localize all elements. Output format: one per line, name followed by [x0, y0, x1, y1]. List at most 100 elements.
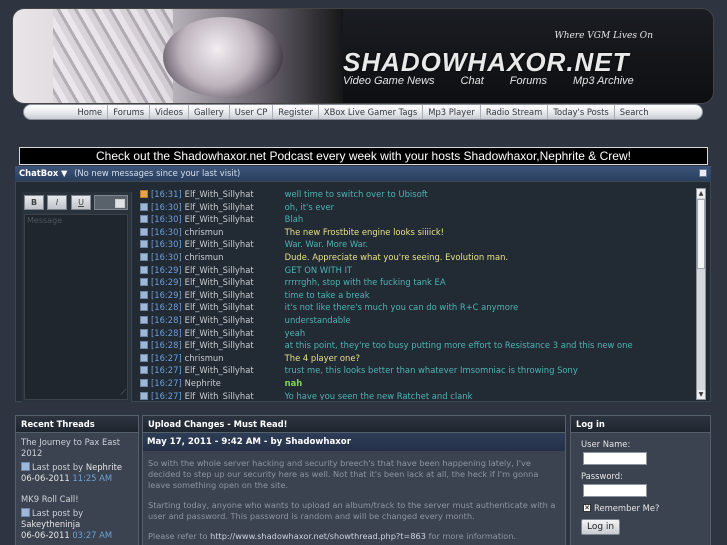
- chat-time: [16:28]: [151, 340, 182, 351]
- chat-username[interactable]: Elf_With_Sillyhat: [185, 390, 285, 401]
- chat-message-icon[interactable]: [140, 341, 148, 350]
- chat-username[interactable]: chrismun: [185, 226, 285, 239]
- color-select[interactable]: [94, 195, 128, 210]
- chat-message: [16:29] Elf_With_Sillyhat rrrrrghh, stop w…: [140, 276, 693, 289]
- chat-message: [16:28] Elf_With_Sillyhat yeah: [140, 327, 693, 340]
- chat-message-icon[interactable]: [140, 353, 148, 362]
- thread-title[interactable]: MK9 Roll Call!: [21, 494, 133, 505]
- chat-username[interactable]: chrismun: [185, 352, 285, 365]
- chat-scrollbar[interactable]: ▲ ▼: [696, 188, 706, 400]
- chat-message-icon[interactable]: [140, 215, 148, 224]
- nav-gamer-tags[interactable]: XBox Live Gamer Tags: [317, 105, 422, 119]
- nav-register[interactable]: Register: [272, 105, 317, 119]
- chat-message-icon[interactable]: [140, 328, 148, 337]
- chat-message: [16:27] chrismun The 4 player one?: [140, 352, 693, 365]
- chat-username[interactable]: Elf_With_Sillyhat: [185, 339, 285, 352]
- chat-time: [16:27]: [151, 365, 182, 376]
- chat-username[interactable]: Elf_With_Sillyhat: [185, 276, 285, 289]
- nav-forums[interactable]: Forums: [107, 105, 149, 119]
- news-title[interactable]: Upload Changes - Must Read!: [143, 416, 565, 433]
- last-post-label: Last post by: [32, 508, 84, 518]
- chat-message-icon[interactable]: [140, 240, 148, 249]
- chat-message-icon[interactable]: [140, 265, 148, 274]
- chat-message-icon[interactable]: [140, 227, 148, 236]
- underline-button[interactable]: U: [71, 195, 91, 210]
- nav-home[interactable]: Home: [72, 105, 107, 119]
- chat-username[interactable]: Elf_With_Sillyhat: [185, 213, 285, 226]
- chat-message-icon[interactable]: [140, 378, 148, 387]
- banner-link-forums[interactable]: Forums: [510, 75, 547, 87]
- thread-user[interactable]: Sakeytheninja: [21, 519, 133, 530]
- banner-tagline: Where VGM Lives On: [554, 31, 653, 41]
- chat-username[interactable]: Elf_With_Sillyhat: [185, 238, 285, 251]
- recent-threads-panel: Recent Threads The Journey to Pax East 2…: [15, 415, 139, 545]
- nav-videos[interactable]: Videos: [149, 105, 188, 119]
- banner-hair-art: [53, 9, 173, 103]
- collapse-icon[interactable]: [699, 169, 707, 177]
- chat-compose-panel: B I U Message ⟋: [22, 192, 132, 402]
- chat-message-icon[interactable]: [140, 315, 148, 324]
- chat-username[interactable]: Elf_With_Sillyhat: [185, 327, 285, 340]
- chat-message: [16:31] Elf_With_Sillyhat well time to swi…: [140, 188, 693, 201]
- chat-message-icon[interactable]: [140, 303, 148, 312]
- nav-search[interactable]: Search: [613, 105, 654, 119]
- chat-username[interactable]: Elf_With_Sillyhat: [185, 264, 285, 277]
- chat-username[interactable]: Elf_With_Sillyhat: [185, 364, 285, 377]
- chat-message-icon[interactable]: [140, 190, 148, 198]
- chat-message: [16:30] Elf_With_Sillyhat oh, it's ever: [140, 201, 693, 214]
- nav-mp3-player[interactable]: Mp3 Player: [422, 105, 480, 119]
- password-field[interactable]: [583, 484, 647, 497]
- chat-username[interactable]: chrismun: [185, 251, 285, 264]
- scroll-up-icon[interactable]: ▲: [697, 189, 705, 198]
- chat-message-icon[interactable]: [140, 366, 148, 375]
- nav-gallery[interactable]: Gallery: [187, 105, 229, 119]
- chat-username[interactable]: Elf_With_Sillyhat: [185, 314, 285, 327]
- chatbox-title[interactable]: ChatBox: [19, 168, 58, 178]
- chat-text: understandable: [284, 314, 351, 325]
- password-label: Password:: [581, 471, 623, 481]
- chat-message-icon[interactable]: [140, 278, 148, 287]
- thread-user[interactable]: Nephrite: [86, 462, 122, 472]
- banner-link-chat[interactable]: Chat: [461, 75, 484, 87]
- chevron-down-icon[interactable]: ▼: [61, 168, 67, 178]
- scroll-thumb[interactable]: [697, 199, 705, 269]
- italic-button[interactable]: I: [47, 195, 67, 210]
- chat-text: well time to switch over to Ubisoft: [284, 189, 428, 199]
- chat-message-icon[interactable]: [140, 252, 148, 261]
- nav-radio-stream[interactable]: Radio Stream: [479, 105, 548, 119]
- refer-prefix: Please refer to: [148, 531, 208, 541]
- chat-text: Yo have you seen the new Ratchet and cla…: [284, 390, 473, 401]
- chat-time: [16:30]: [151, 251, 182, 262]
- chat-input-placeholder: Message: [27, 216, 63, 225]
- chat-message-icon[interactable]: [140, 391, 148, 400]
- site-logo[interactable]: SHADOWHAXOR.NET: [343, 47, 630, 78]
- username-field[interactable]: [583, 452, 647, 465]
- login-title: Log in: [571, 416, 710, 433]
- scroll-down-icon[interactable]: ▼: [697, 390, 705, 399]
- bold-button[interactable]: B: [24, 195, 44, 210]
- site-banner: Where VGM Lives On SHADOWHAXOR.NET Video…: [12, 8, 714, 104]
- chat-text: Dude. Appreciate what you're seeing. Evo…: [284, 251, 509, 262]
- login-button[interactable]: Log in: [581, 519, 621, 535]
- chat-username[interactable]: Elf_With_Sillyhat: [185, 188, 285, 201]
- chat-username[interactable]: Elf_With_Sillyhat: [185, 301, 285, 314]
- chat-username[interactable]: Elf_With_Sillyhat: [185, 201, 285, 214]
- chat-message-icon[interactable]: [140, 290, 148, 299]
- chat-message-icon[interactable]: [140, 202, 148, 211]
- resize-grip-icon[interactable]: ⟋: [120, 388, 126, 398]
- banner-links: Video Game News Chat Forums Mp3 Archive: [343, 75, 634, 87]
- banner-link-mp3-archive[interactable]: Mp3 Archive: [573, 75, 634, 87]
- refer-link[interactable]: http://www.shadowhaxor.net/showthread.ph…: [210, 531, 426, 541]
- banner-link-news[interactable]: Video Game News: [343, 75, 435, 87]
- chat-message-input[interactable]: Message ⟋: [24, 214, 128, 400]
- remember-me-checkbox[interactable]: ✕: [583, 504, 591, 512]
- nav-todays-posts[interactable]: Today's Posts: [547, 105, 613, 119]
- chat-message: [16:30] chrismun Dude. Appreciate what you…: [140, 251, 693, 264]
- banner-character-art: [163, 17, 283, 97]
- thread-title[interactable]: The Journey to Pax East 2012: [21, 437, 133, 459]
- chat-username[interactable]: Elf_With_Sillyhat: [185, 289, 285, 302]
- nav-user-cp[interactable]: User CP: [228, 105, 273, 119]
- podcast-announcement[interactable]: Check out the Shadowhaxor.net Podcast ev…: [19, 147, 708, 165]
- chat-time: [16:30]: [151, 239, 182, 250]
- chat-username[interactable]: Nephrite: [185, 377, 285, 390]
